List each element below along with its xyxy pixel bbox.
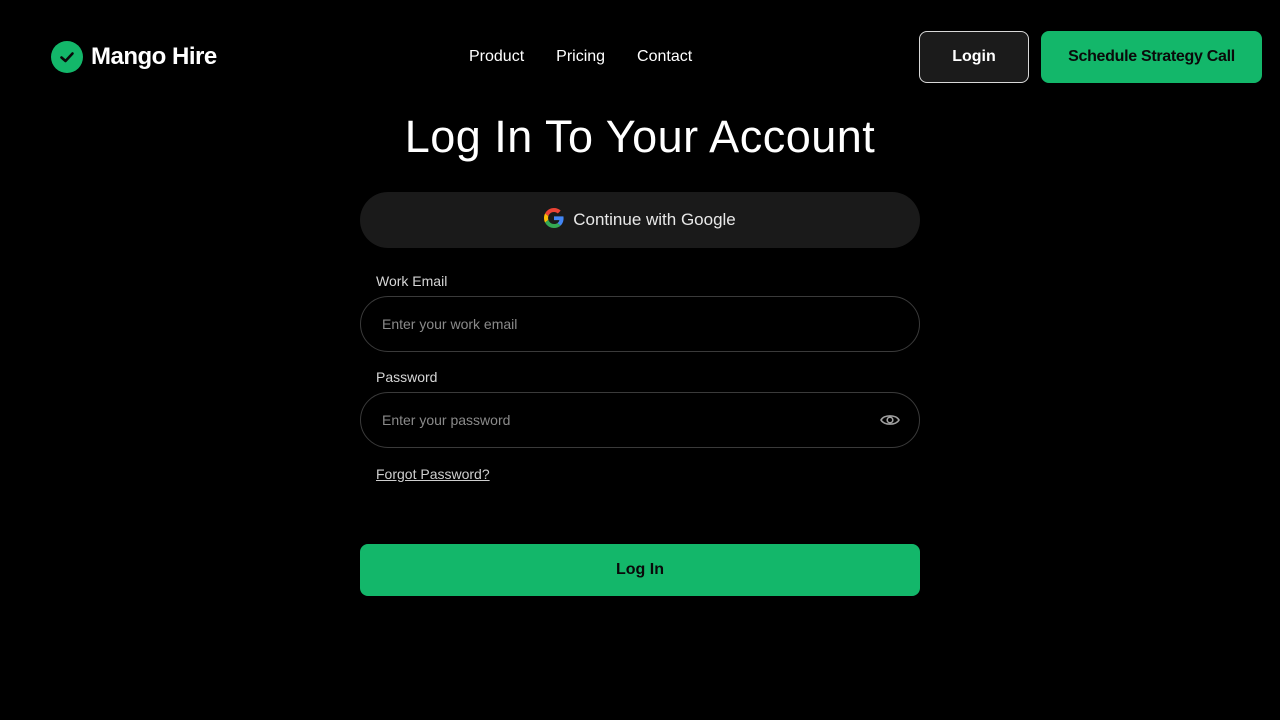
nav-link-pricing[interactable]: Pricing [556,47,605,67]
schedule-strategy-call-button[interactable]: Schedule Strategy Call [1041,31,1262,83]
brand-name: Mango Hire [91,43,217,70]
google-icon [544,207,564,233]
login-page: Mango Hire Product Pricing Contact Login… [0,0,1280,720]
work-email-label: Work Email [376,273,448,289]
log-in-submit-button[interactable]: Log In [360,544,920,596]
brand-logo-link[interactable]: Mango Hire [51,41,217,73]
check-circle-icon [51,41,83,73]
password-input[interactable] [360,392,920,448]
eye-icon[interactable] [879,409,901,431]
nav-link-contact[interactable]: Contact [637,47,692,67]
main-nav: Product Pricing Contact [469,47,692,67]
forgot-password-link[interactable]: Forgot Password? [376,466,490,482]
google-button-label: Continue with Google [573,210,736,229]
password-label: Password [376,369,438,385]
work-email-input[interactable] [360,296,920,352]
nav-link-product[interactable]: Product [469,47,524,67]
continue-with-google-button[interactable]: Continue with Google [360,192,920,248]
page-title: Log In To Your Account [404,111,876,162]
header-login-button[interactable]: Login [919,31,1029,83]
